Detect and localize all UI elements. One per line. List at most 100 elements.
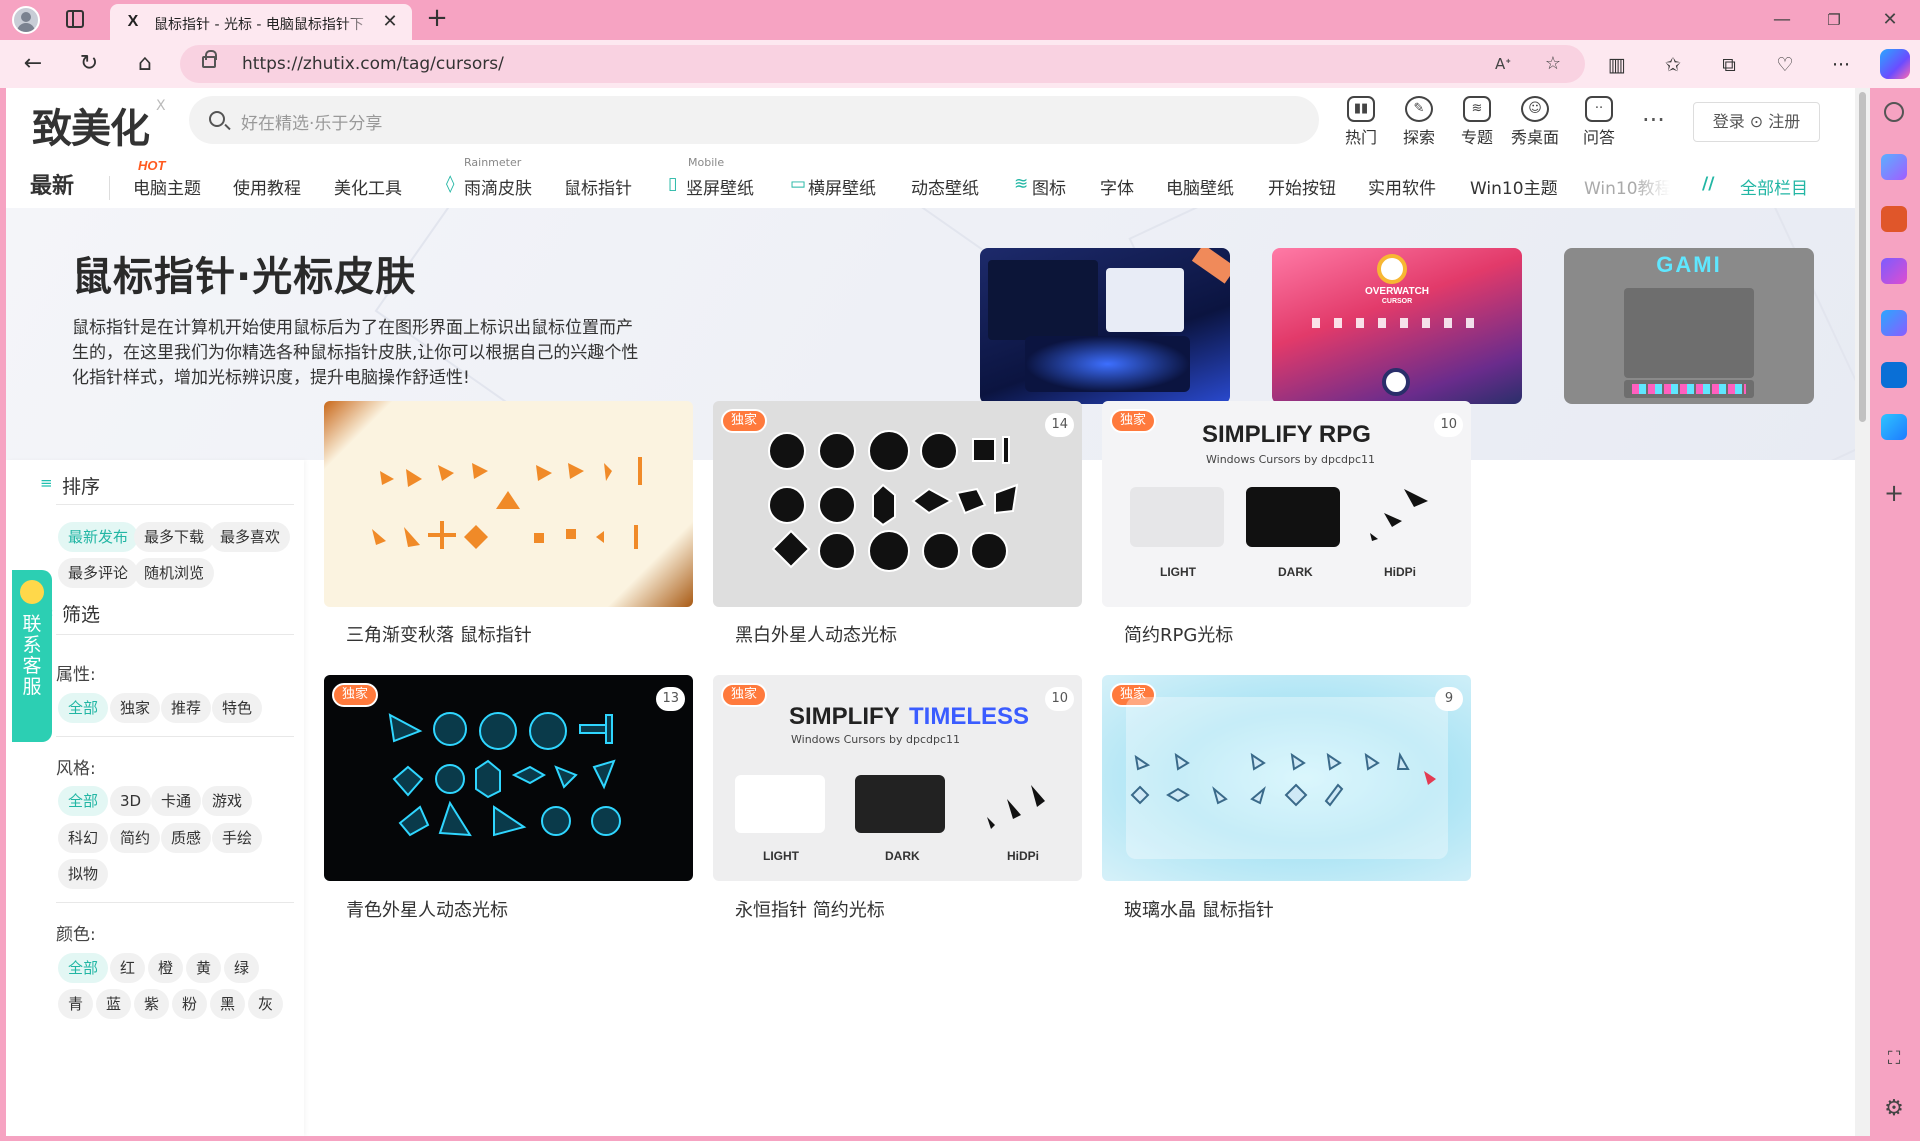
cat-live-wallpaper[interactable]: 动态壁纸	[911, 174, 979, 199]
product-card-3[interactable]: 独家 10 SIMPLIFY RPG Windows Cursors by dp…	[1102, 401, 1471, 607]
tab-close-icon[interactable]: ✕	[380, 12, 400, 32]
color-chip-gray[interactable]: 灰	[248, 989, 284, 1019]
site-logo[interactable]: 致美化	[32, 96, 150, 154]
copilot-icon[interactable]	[1880, 49, 1910, 79]
outlook-icon[interactable]	[1881, 362, 1907, 388]
back-icon[interactable]: ←	[18, 50, 48, 78]
cat-beautify-tools[interactable]: 美化工具	[334, 174, 402, 199]
nav-explore[interactable]: ✎ 探索	[1394, 90, 1444, 150]
cat-fonts[interactable]: 字体	[1100, 174, 1134, 199]
product-card-6[interactable]: 独家 9	[1102, 675, 1471, 881]
more-icon[interactable]: ···	[1642, 106, 1665, 134]
games-icon[interactable]	[1881, 258, 1907, 284]
attr-chip-all[interactable]: 全部	[58, 693, 109, 723]
browser-tab-active[interactable]: X 鼠标指针 - 光标 - 电脑鼠标指针下 ✕	[110, 4, 412, 40]
cat-icons[interactable]: 图标	[1032, 174, 1066, 199]
nav-hot[interactable]: ▮▮ 热门	[1336, 90, 1386, 150]
sidebar-settings-icon[interactable]: ⚙	[1881, 1096, 1907, 1122]
featured-card-1[interactable]	[980, 248, 1230, 404]
nav-show-desktop[interactable]: ☺ 秀桌面	[1510, 90, 1560, 150]
shopping-icon[interactable]	[1881, 154, 1907, 180]
cat-tutorial[interactable]: 使用教程	[233, 174, 301, 199]
performance-icon[interactable]: ♡	[1772, 52, 1798, 78]
style-chip-skeuomorphic[interactable]: 拟物	[58, 859, 109, 889]
restore-icon[interactable]: ❐	[1822, 8, 1846, 32]
tools-icon[interactable]	[1881, 206, 1907, 232]
lock-icon[interactable]	[202, 50, 217, 68]
add-sidebar-icon[interactable]: +	[1881, 480, 1907, 506]
style-chip-3d[interactable]: 3D	[110, 786, 152, 816]
new-tab-icon[interactable]: +	[424, 5, 450, 32]
color-chip-red[interactable]: 红	[110, 953, 146, 983]
card-title[interactable]: 永恒指针 简约光标	[735, 896, 885, 922]
site-search-input[interactable]: 好在精选·乐于分享	[189, 96, 1319, 144]
style-chip-handdrawn[interactable]: 手绘	[212, 823, 263, 853]
featured-card-2[interactable]: OVERWATCH CURSOR	[1272, 248, 1522, 404]
sort-chip-likes[interactable]: 最多喜欢	[210, 522, 291, 552]
login-register-button[interactable]: 登录 ⊙ 注册	[1693, 102, 1820, 142]
color-chip-cyan[interactable]: 青	[58, 989, 94, 1019]
tab-actions-icon[interactable]	[66, 10, 84, 28]
home-icon[interactable]: ⌂	[130, 50, 160, 78]
cat-start-button[interactable]: 开始按钮	[1268, 174, 1336, 199]
card-title[interactable]: 三角渐变秋落 鼠标指针	[346, 621, 532, 647]
style-chip-texture[interactable]: 质感	[161, 823, 212, 853]
sort-chip-newest[interactable]: 最新发布	[58, 522, 139, 552]
product-card-5[interactable]: 独家 10 SIMPLIFY TIMELESS Windows Cursors …	[713, 675, 1082, 881]
nav-topics[interactable]: ≋ 专题	[1452, 90, 1502, 150]
nav-qa[interactable]: ·· 问答	[1574, 90, 1624, 150]
style-chip-minimal[interactable]: 简约	[110, 823, 161, 853]
collections-icon[interactable]: ⧉	[1716, 52, 1742, 78]
cat-pc-theme[interactable]: 电脑主题	[133, 174, 201, 199]
copilot-sidebar-icon[interactable]	[1881, 310, 1907, 336]
minimize-icon[interactable]: —	[1770, 8, 1794, 32]
attr-chip-exclusive[interactable]: 独家	[110, 693, 161, 723]
color-chip-yellow[interactable]: 黄	[186, 953, 222, 983]
attr-chip-recommended[interactable]: 推荐	[161, 693, 212, 723]
color-chip-purple[interactable]: 紫	[134, 989, 170, 1019]
style-chip-all[interactable]: 全部	[58, 786, 109, 816]
product-card-2[interactable]: 独家 14	[713, 401, 1082, 607]
card-title[interactable]: 玻璃水晶 鼠标指针	[1124, 896, 1274, 922]
cat-win10-tutorial[interactable]: Win10教程	[1584, 174, 1670, 199]
cat-all-columns[interactable]: 全部栏目	[1740, 174, 1808, 199]
send-icon[interactable]	[1881, 414, 1907, 440]
cat-rainmeter[interactable]: 雨滴皮肤	[464, 174, 532, 199]
color-chip-blue[interactable]: 蓝	[96, 989, 132, 1019]
style-chip-game[interactable]: 游戏	[202, 786, 253, 816]
favorite-star-icon[interactable]: ☆	[1542, 53, 1564, 75]
color-chip-pink[interactable]: 粉	[172, 989, 208, 1019]
scrollbar-thumb[interactable]	[1859, 92, 1866, 422]
card-title[interactable]: 黑白外星人动态光标	[735, 621, 897, 647]
style-chip-scifi[interactable]: 科幻	[58, 823, 109, 853]
search-icon[interactable]	[209, 111, 225, 127]
style-chip-cartoon[interactable]: 卡通	[151, 786, 202, 816]
attr-chip-featured[interactable]: 特色	[212, 693, 263, 723]
featured-card-3[interactable]: GAMI	[1564, 248, 1814, 404]
address-bar[interactable]: https://zhutix.com/tag/cursors/ Aᐩ ☆	[180, 45, 1585, 83]
cat-pc-wallpaper[interactable]: 电脑壁纸	[1166, 174, 1234, 199]
color-chip-all[interactable]: 全部	[58, 953, 109, 983]
color-chip-green[interactable]: 绿	[224, 953, 260, 983]
product-card-4[interactable]: 独家 13	[324, 675, 693, 881]
sort-chip-downloads[interactable]: 最多下载	[134, 522, 215, 552]
settings-more-icon[interactable]: ···	[1828, 52, 1854, 78]
cat-utilities[interactable]: 实用软件	[1368, 174, 1436, 199]
card-title[interactable]: 简约RPG光标	[1124, 621, 1233, 647]
color-chip-orange[interactable]: 橙	[148, 953, 184, 983]
cat-win10-theme[interactable]: Win10主题	[1470, 174, 1558, 199]
sort-chip-comments[interactable]: 最多评论	[58, 558, 139, 588]
url-text[interactable]: https://zhutix.com/tag/cursors/	[242, 54, 504, 74]
profile-avatar-icon[interactable]	[12, 6, 40, 34]
read-aloud-icon[interactable]: Aᐩ	[1492, 53, 1514, 75]
cat-vertical-wallpaper[interactable]: 竖屏壁纸	[686, 174, 754, 199]
color-chip-black[interactable]: 黑	[210, 989, 246, 1019]
favorites-icon[interactable]: ✩	[1660, 52, 1686, 78]
page-scrollbar[interactable]	[1855, 88, 1870, 1136]
sort-chip-random[interactable]: 随机浏览	[134, 558, 215, 588]
contact-support-button[interactable]: 联系客服	[12, 570, 52, 742]
cat-cursors[interactable]: 鼠标指针	[564, 174, 632, 199]
screenshot-icon[interactable]: ⛶	[1881, 1046, 1907, 1072]
refresh-icon[interactable]: ↻	[74, 50, 104, 78]
cat-newest[interactable]: 最新	[30, 168, 74, 200]
